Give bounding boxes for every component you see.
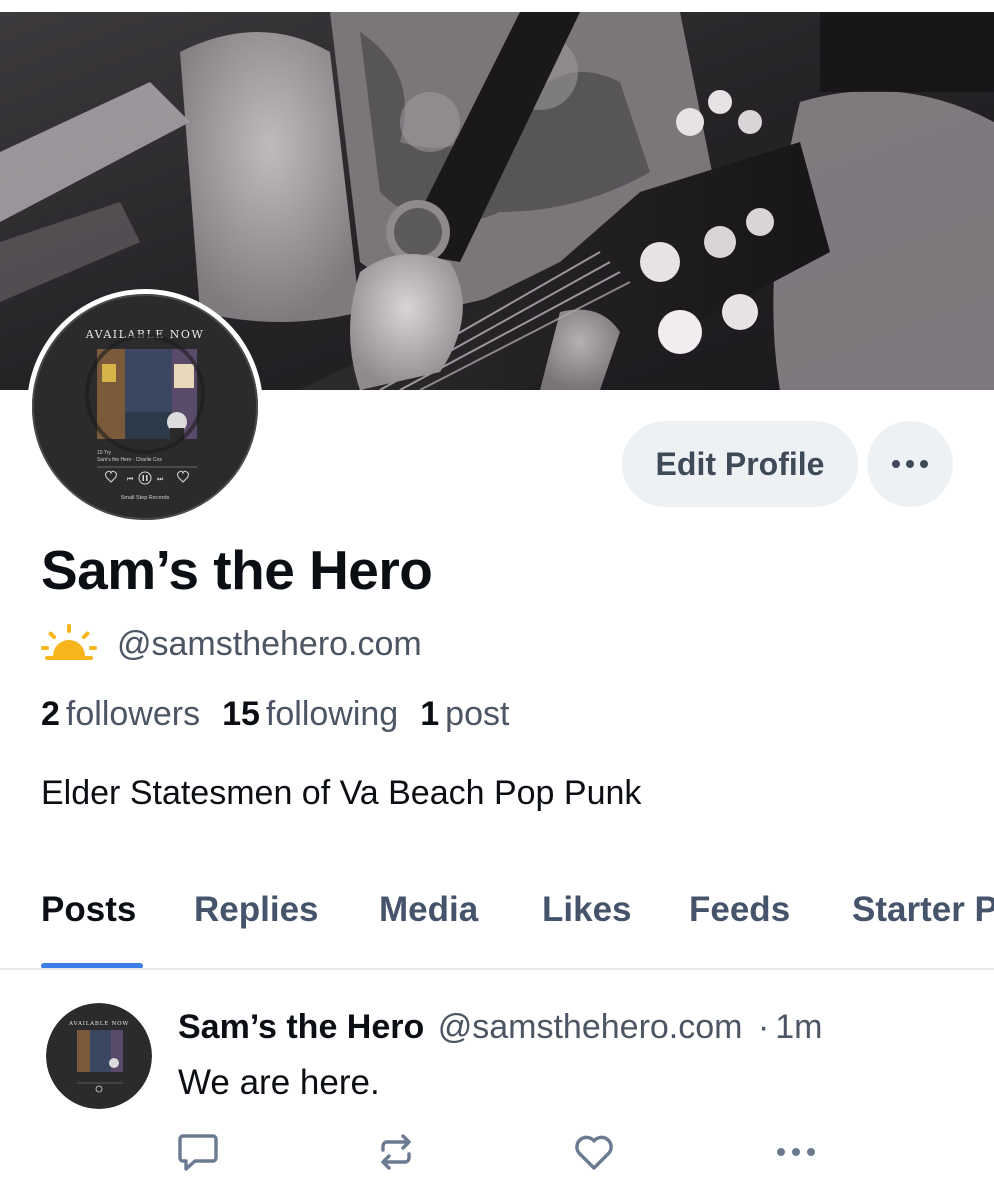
profile-display-name: Sam’s the Hero [41,539,433,601]
tab-replies[interactable]: Replies [194,890,319,930]
profile-handle-row: @samsthehero.com [41,620,422,668]
svg-text:⏭: ⏭ [157,475,164,483]
post-avatar-image: AVAILABLE NOW [46,1003,152,1109]
followers-link[interactable]: 2 followers [41,695,200,734]
heart-icon [575,1135,613,1170]
avatar-label-text: Small Step Records [121,495,170,501]
repost-button[interactable] [374,1130,418,1174]
post-avatar-top-text: AVAILABLE NOW [68,1021,129,1027]
post-header: Sam’s the Hero @samsthehero.com · 1m [178,1008,823,1047]
tab-feeds[interactable]: Feeds [689,890,790,930]
post-timestamp[interactable]: 1m [775,1008,822,1046]
tab-starter-packs[interactable]: Starter Packs [852,890,994,930]
post-author-name[interactable]: Sam’s the Hero [178,1008,424,1046]
followers-count: 2 [41,695,60,733]
reply-button[interactable] [176,1130,220,1174]
following-count: 15 [222,695,260,733]
avatar-track-text: 10 Try [97,450,111,456]
profile-handle[interactable]: @samsthehero.com [117,625,422,664]
svg-text:⏮: ⏮ [127,475,133,483]
followers-label: followers [65,695,201,733]
post-more-button[interactable] [774,1130,818,1174]
posts-count: 1 [420,695,440,733]
edit-profile-button[interactable]: Edit Profile [622,421,858,507]
active-tab-indicator [41,963,143,968]
post-text: We are here. [178,1063,380,1102]
post-separator: · [757,1008,770,1046]
posts-stat: 1 post [420,695,509,734]
tab-likes[interactable]: Likes [542,890,632,930]
avatar-artist-text: Sam's the Hero · Charlie Cox [97,457,162,463]
profile-tabs: Posts Replies Media Likes Feeds Starter … [0,880,994,970]
repost-icon [381,1134,411,1170]
profile-avatar[interactable]: AVAILABLE NOW 10 Try Sam's the Hero · Ch… [27,289,263,525]
profile-bio: Elder Statesmen of Va Beach Pop Punk [41,774,642,812]
posts-label: post [445,695,510,733]
more-options-button[interactable] [867,421,953,507]
ellipsis-icon [777,1148,815,1156]
avatar-image: AVAILABLE NOW 10 Try Sam's the Hero · Ch… [32,294,258,520]
following-label: following [265,695,399,733]
profile-stats: 2 followers 15 following 1 post [41,695,531,734]
reply-icon [178,1134,218,1171]
post-author-handle[interactable]: @samsthehero.com [438,1008,743,1046]
ellipsis-icon [892,460,928,468]
tab-media[interactable]: Media [379,890,478,930]
following-link[interactable]: 15 following [222,695,398,734]
like-button[interactable] [572,1130,616,1174]
tab-posts[interactable]: Posts [41,890,136,930]
sun-icon [41,624,97,660]
post-avatar[interactable]: AVAILABLE NOW [46,1003,152,1109]
